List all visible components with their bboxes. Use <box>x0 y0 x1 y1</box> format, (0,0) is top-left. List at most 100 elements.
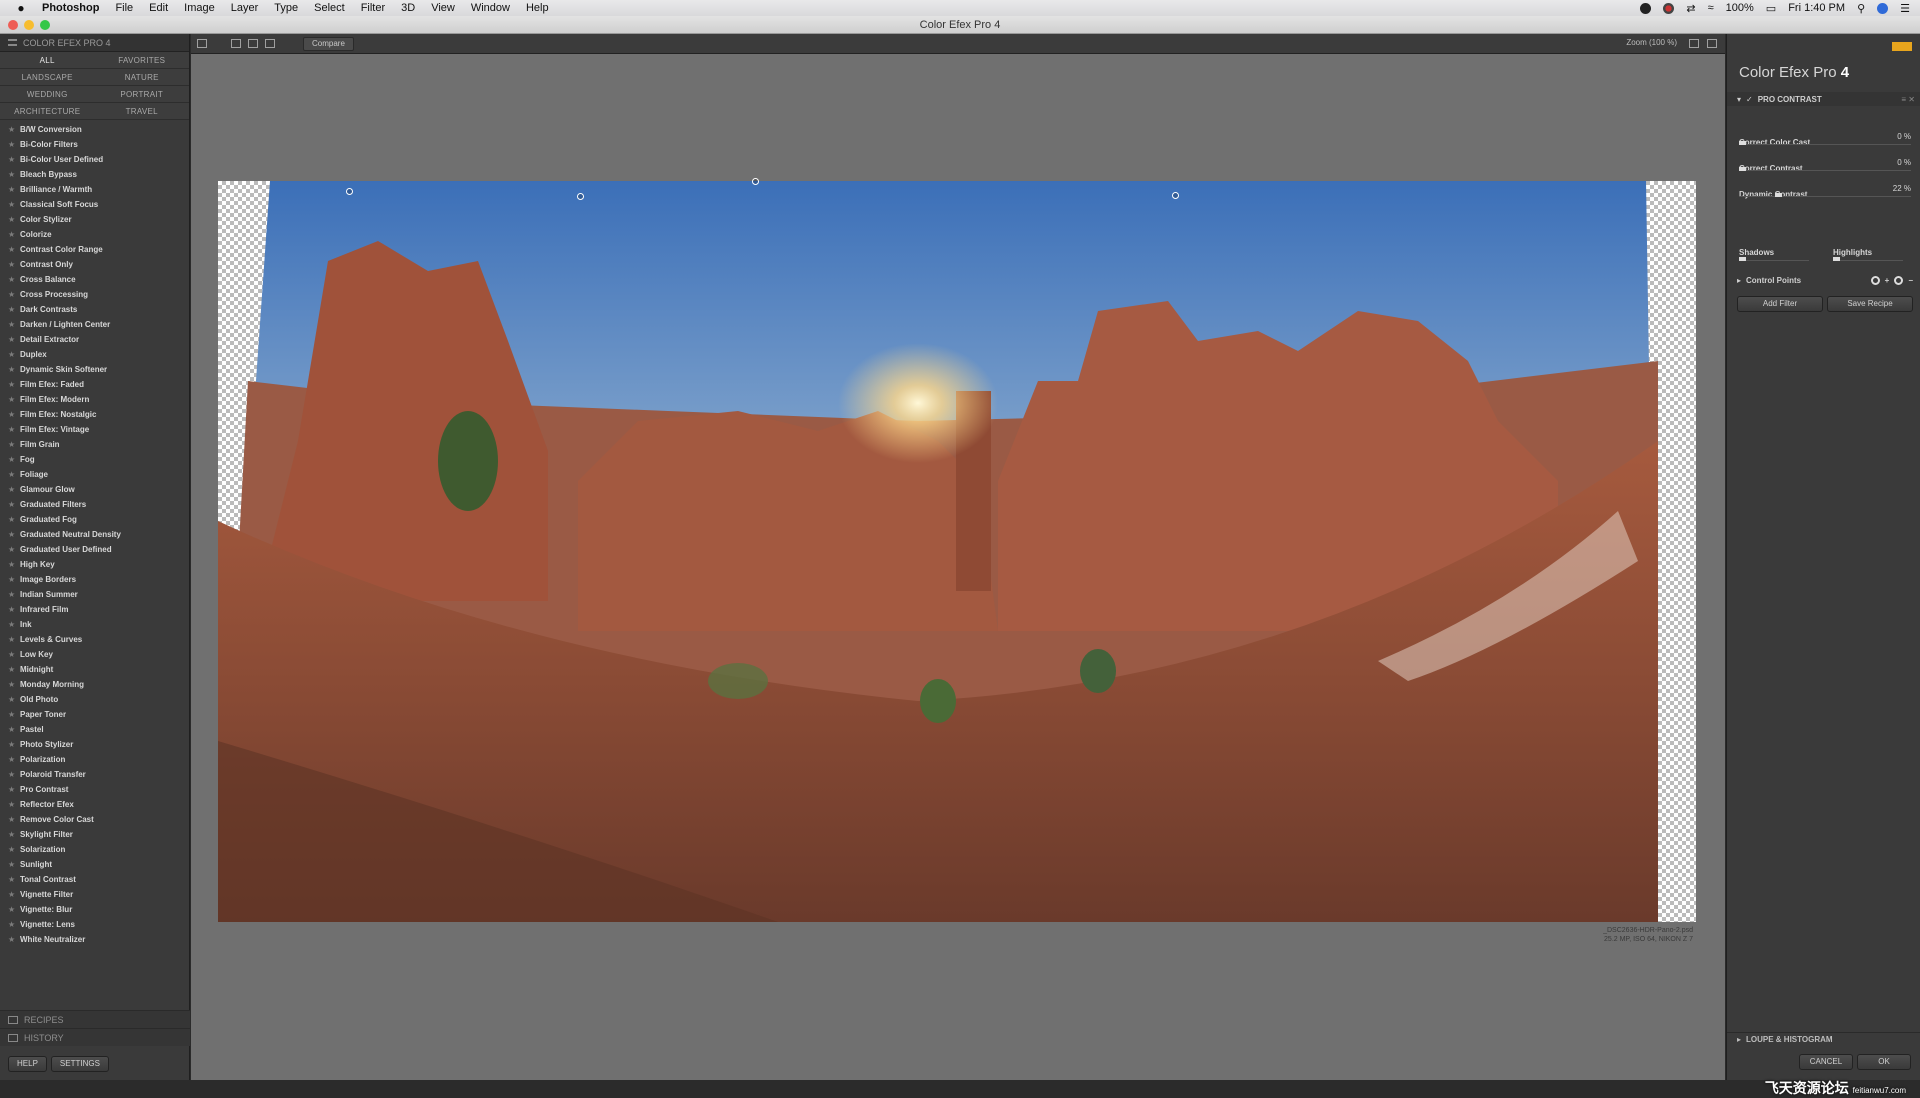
filter-item[interactable]: ★ Film Efex: Vintage <box>0 422 189 437</box>
favorite-star-icon[interactable]: ★ <box>8 665 16 674</box>
favorite-star-icon[interactable]: ★ <box>8 815 16 824</box>
favorite-star-icon[interactable]: ★ <box>8 335 16 344</box>
clock[interactable]: Fri 1:40 PM <box>1788 2 1845 14</box>
filter-item[interactable]: ★ Old Photo <box>0 692 189 707</box>
slider-handle[interactable] <box>1739 141 1746 145</box>
apple-icon[interactable]: ● <box>14 1 28 15</box>
favorite-star-icon[interactable]: ★ <box>8 845 16 854</box>
filter-item[interactable]: ★ Paper Toner <box>0 707 189 722</box>
favorite-star-icon[interactable]: ★ <box>8 245 16 254</box>
favorite-star-icon[interactable]: ★ <box>8 560 16 569</box>
filter-item[interactable]: ★ Duplex <box>0 347 189 362</box>
slider-shadows[interactable]: Shadows <box>1739 248 1809 261</box>
minus-icon[interactable]: − <box>1908 276 1913 285</box>
filter-item[interactable]: ★ Midnight <box>0 662 189 677</box>
favorite-star-icon[interactable]: ★ <box>8 830 16 839</box>
filter-item[interactable]: ★ Infrared Film <box>0 602 189 617</box>
favorite-star-icon[interactable]: ★ <box>8 770 16 779</box>
filter-menu-icons[interactable]: ≡ ✕ <box>1901 95 1915 104</box>
favorite-star-icon[interactable]: ★ <box>8 650 16 659</box>
ok-button[interactable]: OK <box>1857 1054 1911 1070</box>
favorite-star-icon[interactable]: ★ <box>8 140 16 149</box>
record-icon[interactable] <box>1640 2 1652 14</box>
background-color-icon[interactable] <box>1689 39 1699 48</box>
favorite-star-icon[interactable]: ★ <box>8 860 16 869</box>
favorite-star-icon[interactable]: ★ <box>8 455 16 464</box>
minimize-window-button[interactable] <box>24 20 34 30</box>
slider-handle[interactable] <box>1775 193 1783 197</box>
favorite-star-icon[interactable]: ★ <box>8 590 16 599</box>
favorite-star-icon[interactable]: ★ <box>8 275 16 284</box>
creative-cloud-icon[interactable] <box>1663 2 1675 14</box>
filter-item[interactable]: ★ Color Stylizer <box>0 212 189 227</box>
category-travel[interactable]: TRAVEL <box>94 103 189 120</box>
close-window-button[interactable] <box>8 20 18 30</box>
slider-handle[interactable] <box>1739 167 1746 171</box>
favorite-star-icon[interactable]: ★ <box>8 755 16 764</box>
filter-item[interactable]: ★ Graduated Filters <box>0 497 189 512</box>
control-point-3[interactable] <box>752 178 759 185</box>
remove-control-point-icon[interactable] <box>1894 276 1904 285</box>
category-favorites[interactable]: FAVORITES <box>94 52 189 69</box>
favorite-star-icon[interactable]: ★ <box>8 440 16 449</box>
slider-correct-color-cast[interactable]: Correct Color Cast 0 % <box>1739 132 1911 152</box>
filter-item[interactable]: ★ Graduated Fog <box>0 512 189 527</box>
menu-edit[interactable]: Edit <box>149 2 168 14</box>
filter-item[interactable]: ★ Cross Processing <box>0 287 189 302</box>
filter-item[interactable]: ★ Low Key <box>0 647 189 662</box>
history-section[interactable]: HISTORY <box>0 1028 190 1046</box>
expand-arrow-icon[interactable]: ▸ <box>1737 1035 1741 1044</box>
hide-browser-icon[interactable] <box>197 39 207 48</box>
filter-item[interactable]: ★ Photo Stylizer <box>0 737 189 752</box>
filter-item[interactable]: ★ Fog <box>0 452 189 467</box>
favorite-star-icon[interactable]: ★ <box>8 635 16 644</box>
favorite-star-icon[interactable]: ★ <box>8 290 16 299</box>
filter-item[interactable]: ★ Colorize <box>0 227 189 242</box>
favorite-star-icon[interactable]: ★ <box>8 320 16 329</box>
favorite-star-icon[interactable]: ★ <box>8 485 16 494</box>
menu-view[interactable]: View <box>431 2 455 14</box>
menu-3d[interactable]: 3D <box>401 2 415 14</box>
category-wedding[interactable]: WEDDING <box>0 86 95 103</box>
loupe-histogram-section[interactable]: ▸ LOUPE & HISTOGRAM <box>1727 1032 1920 1046</box>
favorite-star-icon[interactable]: ★ <box>8 155 16 164</box>
favorite-star-icon[interactable]: ★ <box>8 425 16 434</box>
filter-item[interactable]: ★ Contrast Color Range <box>0 242 189 257</box>
favorite-star-icon[interactable]: ★ <box>8 695 16 704</box>
category-architecture[interactable]: ARCHITECTURE <box>0 103 95 120</box>
filter-item[interactable]: ★ Skylight Filter <box>0 827 189 842</box>
favorite-star-icon[interactable]: ★ <box>8 215 16 224</box>
notification-center-icon[interactable]: ☰ <box>1900 2 1910 15</box>
filter-item[interactable]: ★ Bi-Color User Defined <box>0 152 189 167</box>
category-landscape[interactable]: LANDSCAPE <box>0 69 95 86</box>
cancel-button[interactable]: CANCEL <box>1799 1054 1853 1070</box>
favorite-star-icon[interactable]: ★ <box>8 185 16 194</box>
favorite-star-icon[interactable]: ★ <box>8 380 16 389</box>
filter-item[interactable]: ★ Levels & Curves <box>0 632 189 647</box>
favorite-star-icon[interactable]: ★ <box>8 470 16 479</box>
control-point-1[interactable] <box>346 188 353 195</box>
filter-item[interactable]: ★ Polarization <box>0 752 189 767</box>
wifi-icon[interactable]: ≈ <box>1708 2 1714 14</box>
filter-item[interactable]: ★ Graduated User Defined <box>0 542 189 557</box>
favorite-star-icon[interactable]: ★ <box>8 170 16 179</box>
filter-item[interactable]: ★ Dark Contrasts <box>0 302 189 317</box>
filter-item[interactable]: ★ Monday Morning <box>0 677 189 692</box>
plus-icon[interactable]: + <box>1885 276 1890 285</box>
filter-item[interactable]: ★ Brilliance / Warmth <box>0 182 189 197</box>
menu-select[interactable]: Select <box>314 2 345 14</box>
menu-filter[interactable]: Filter <box>361 2 385 14</box>
expand-arrow-icon[interactable]: ▸ <box>1737 276 1741 285</box>
favorite-star-icon[interactable]: ★ <box>8 515 16 524</box>
filter-item[interactable]: ★ Vignette: Blur <box>0 902 189 917</box>
favorite-star-icon[interactable]: ★ <box>8 890 16 899</box>
category-nature[interactable]: NATURE <box>94 69 189 86</box>
favorite-star-icon[interactable]: ★ <box>8 905 16 914</box>
favorite-star-icon[interactable]: ★ <box>8 350 16 359</box>
filter-item[interactable]: ★ Tonal Contrast <box>0 872 189 887</box>
favorite-star-icon[interactable]: ★ <box>8 530 16 539</box>
maximize-window-button[interactable] <box>40 20 50 30</box>
save-recipe-button[interactable]: Save Recipe <box>1827 296 1913 312</box>
filter-item[interactable]: ★ Indian Summer <box>0 587 189 602</box>
favorite-star-icon[interactable]: ★ <box>8 620 16 629</box>
